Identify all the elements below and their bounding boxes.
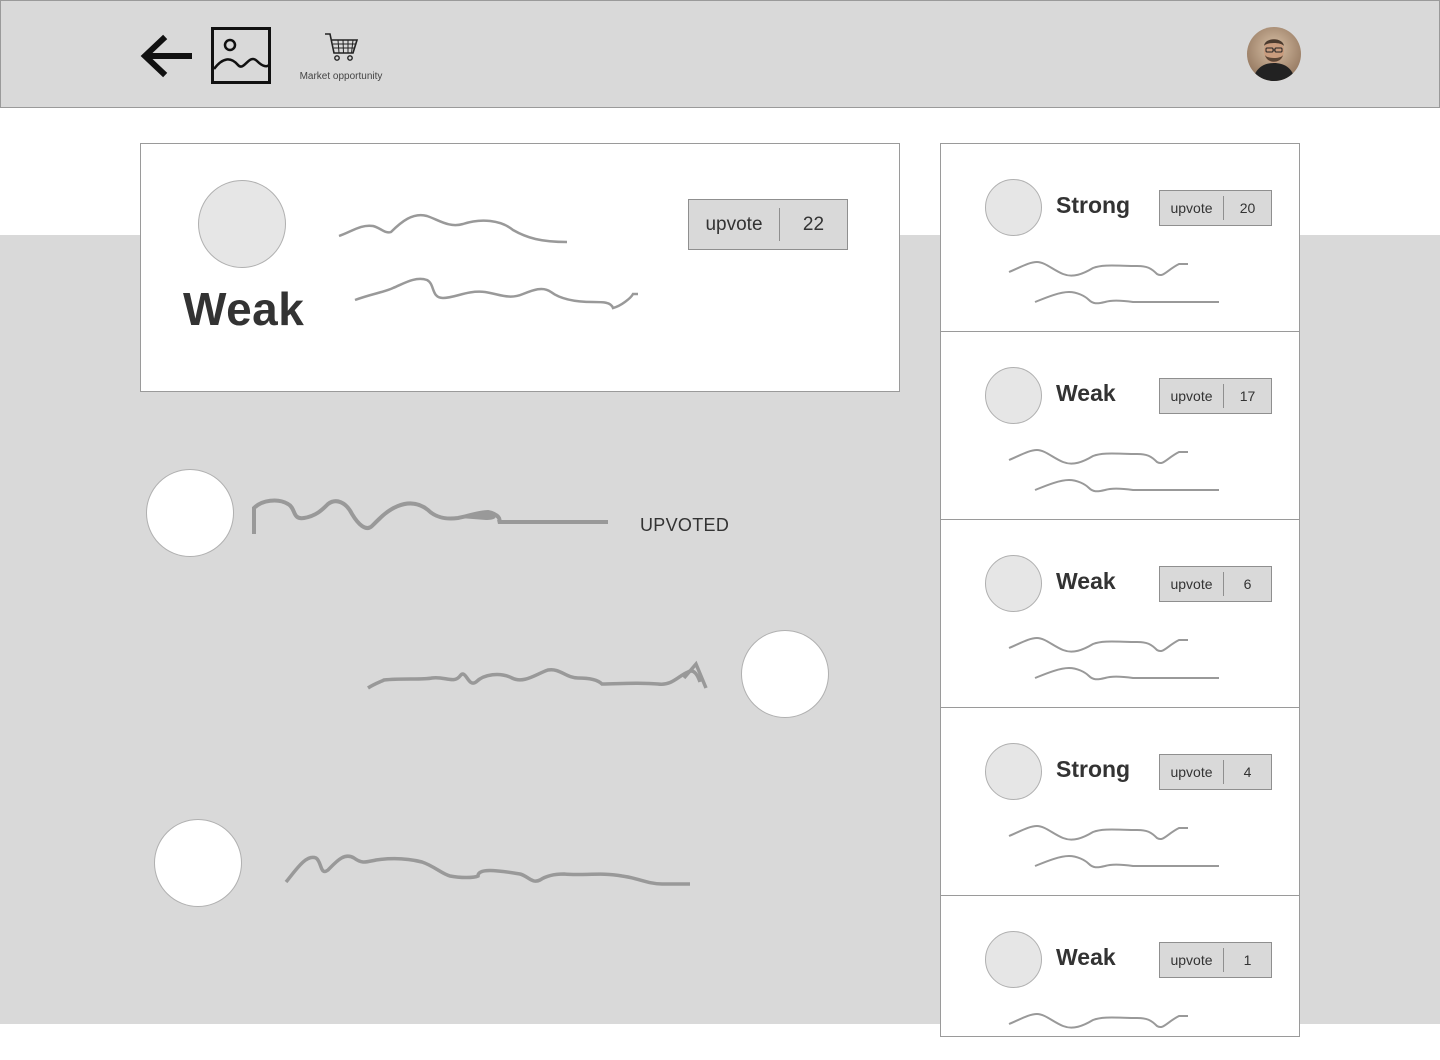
upvote-count: 17: [1239, 388, 1256, 404]
main-description-scribble-icon: [338, 213, 638, 310]
comment-1-avatar: [146, 469, 234, 557]
sidebar-upvote-button[interactable]: upvote 4: [1159, 754, 1272, 790]
comment-2-avatar: [741, 630, 829, 718]
sidebar-card[interactable]: Weak upvote 6: [940, 519, 1300, 708]
sidebar-card-rating: Weak: [1056, 380, 1116, 406]
sidebar-card-rating: Weak: [1056, 568, 1116, 594]
upvoted-status-label: UPVOTED: [640, 515, 730, 535]
sidebar-card-avatar: [985, 931, 1042, 988]
sidebar-card[interactable]: Weak upvote 1: [940, 895, 1300, 1037]
upvote-count: 20: [1239, 200, 1256, 216]
upvote-count: 1: [1243, 952, 1252, 968]
back-arrow-icon[interactable]: [137, 31, 193, 81]
sidebar-card-avatar: [985, 555, 1042, 612]
upvote-count: 4: [1243, 764, 1252, 780]
market-opportunity-label[interactable]: Market opportunity: [289, 71, 393, 82]
user-avatar[interactable]: [1247, 27, 1301, 81]
sidebar-card-avatar: [985, 743, 1042, 800]
upvote-label: upvote: [1170, 200, 1213, 216]
main-upvote-button[interactable]: upvote 22: [688, 199, 848, 250]
sidebar-card-scribble-icon: [1008, 448, 1219, 493]
comment-2-scribble-icon: [367, 660, 708, 690]
sidebar-card-scribble-icon: [1008, 824, 1219, 869]
sidebar-upvote-button[interactable]: upvote 17: [1159, 378, 1272, 414]
upvote-label: upvote: [1170, 576, 1213, 592]
image-placeholder-icon: [211, 27, 271, 84]
sidebar-card[interactable]: Weak upvote 17: [940, 331, 1300, 520]
main-opportunity-card: Weak upvote 22: [140, 143, 900, 392]
top-bar: Market opportunity: [0, 0, 1440, 108]
avatar-icon: [1247, 27, 1301, 81]
sidebar-card[interactable]: Strong upvote 20: [940, 143, 1300, 332]
sidebar-card-scribble-icon: [1008, 1012, 1188, 1029]
sidebar-card-scribble-icon: [1008, 636, 1219, 681]
upvote-label: upvote: [1170, 952, 1213, 968]
sidebar-card-scribble-icon: [1008, 260, 1219, 305]
comment-3-scribble-icon: [284, 854, 690, 886]
upvote-count: 22: [802, 213, 825, 235]
upvote-label: upvote: [1170, 388, 1213, 404]
sidebar-upvote-button[interactable]: upvote 20: [1159, 190, 1272, 226]
sidebar-upvote-button[interactable]: upvote 1: [1159, 942, 1272, 978]
sidebar-card[interactable]: Strong upvote 4: [940, 707, 1300, 896]
upvote-label: upvote: [1170, 764, 1213, 780]
sidebar-card-rating: Weak: [1056, 944, 1116, 970]
cart-icon[interactable]: [323, 31, 359, 63]
sidebar-upvote-button[interactable]: upvote 6: [1159, 566, 1272, 602]
sidebar-card-rating: Strong: [1056, 192, 1131, 218]
sidebar-card-rating: Strong: [1056, 756, 1131, 782]
comment-1-scribble-icon: [252, 498, 608, 534]
sidebar-card-avatar: [985, 179, 1042, 236]
upvote-count: 6: [1243, 576, 1252, 592]
comment-3-avatar: [154, 819, 242, 907]
upvote-label: upvote: [705, 213, 763, 235]
sidebar-card-avatar: [985, 367, 1042, 424]
main-rating-label: Weak: [183, 283, 305, 335]
main-author-avatar: [198, 180, 286, 268]
